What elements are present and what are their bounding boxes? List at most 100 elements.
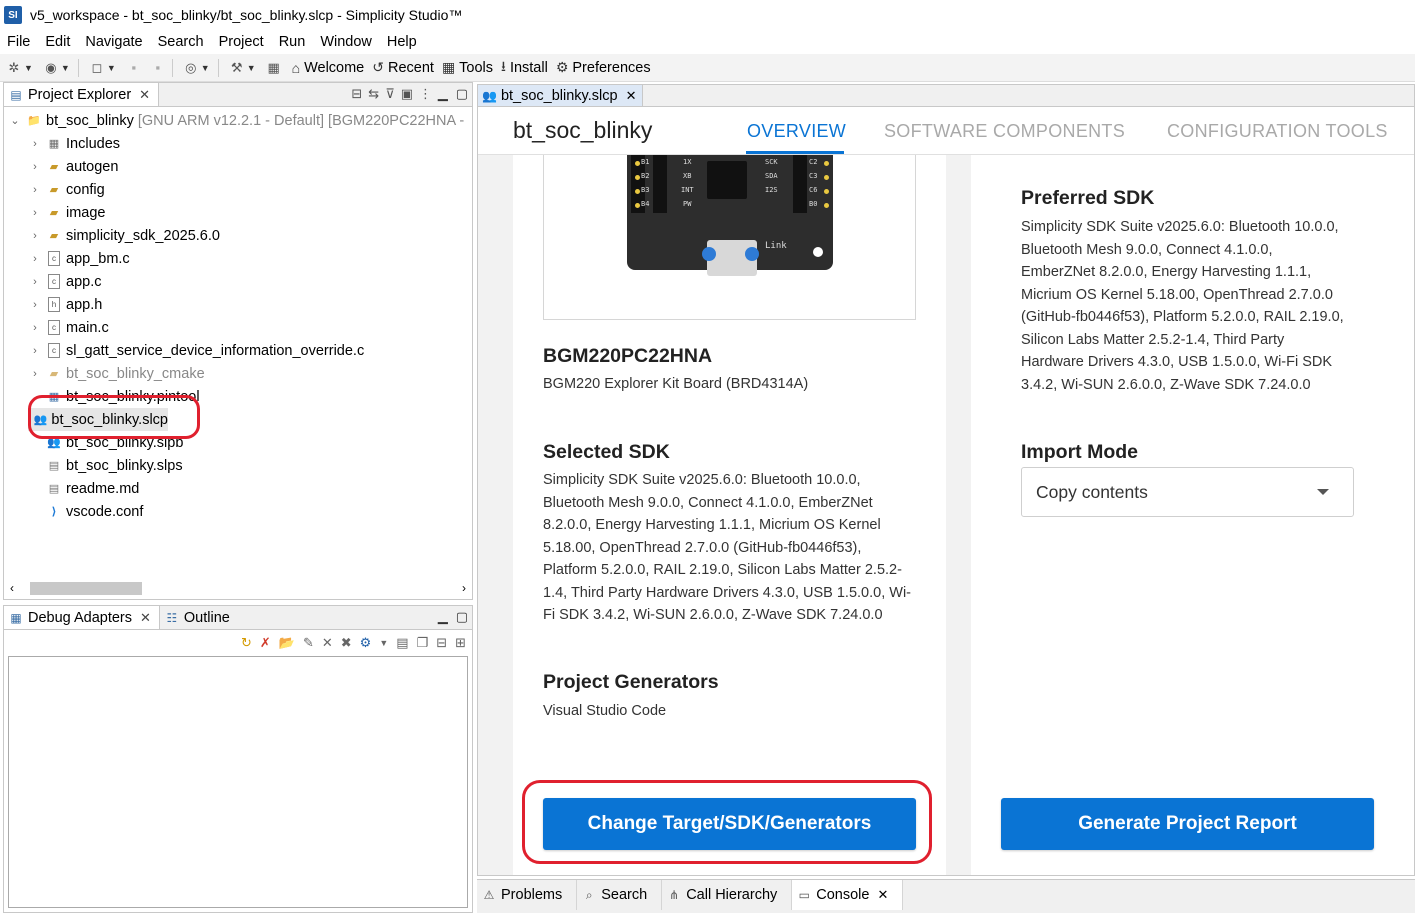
edit-icon[interactable]: ✎	[303, 635, 314, 651]
remove-icon[interactable]: ✕	[322, 635, 333, 651]
chip-icon[interactable]: ▦	[266, 60, 282, 76]
expand-arrow-icon[interactable]: ›	[28, 368, 42, 380]
tree-item[interactable]: › c app_bm.c	[28, 247, 130, 270]
tree-item[interactable]: › ▦ Includes	[28, 132, 120, 155]
maximize-icon[interactable]: ▢	[456, 86, 468, 102]
tree-item[interactable]: ▤ readme.md	[28, 477, 140, 500]
tree-item[interactable]: › ▰ config	[28, 178, 105, 201]
collapse-all-icon[interactable]: ⊟	[436, 635, 447, 651]
tree-item[interactable]: ⟩ vscode.conf	[28, 500, 143, 523]
expand-arrow-icon[interactable]: ›	[28, 138, 42, 150]
tab-call-hierarchy[interactable]: ⋔ Call Hierarchy	[662, 880, 793, 910]
build-dropdown-icon[interactable]: ▼	[247, 63, 256, 73]
tree-item[interactable]: 👥 bt_soc_blinky.slpb	[28, 431, 183, 454]
list-view-icon[interactable]: ▤	[396, 635, 408, 651]
run-icon[interactable]: ◉	[43, 60, 59, 76]
welcome-button[interactable]: ⌂ Welcome	[292, 60, 365, 76]
disconnect-icon[interactable]: ✗	[260, 635, 271, 651]
focus-icon[interactable]: ▣	[401, 86, 413, 102]
expand-arrow-icon[interactable]: ›	[28, 299, 42, 311]
minimize-icon[interactable]: ▁	[438, 86, 448, 102]
preferences-button[interactable]: ⚙ Preferences	[556, 59, 651, 76]
menu-navigate[interactable]: Navigate	[78, 34, 150, 50]
expand-arrow-icon[interactable]: ⌄	[8, 114, 22, 127]
build-hammer-icon[interactable]: ⚒	[229, 60, 245, 76]
menu-file[interactable]: File	[0, 34, 38, 50]
expand-arrow-icon[interactable]: ›	[28, 207, 42, 219]
tab-project-explorer[interactable]: ▤ Project Explorer ✕	[4, 83, 160, 106]
menu-help[interactable]: Help	[380, 34, 425, 50]
tree-item[interactable]: › h app.h	[28, 293, 102, 316]
scroll-right-icon[interactable]: ›	[462, 581, 466, 595]
close-icon[interactable]: ✕	[626, 88, 637, 104]
tree-root-project[interactable]: ⌄ 📁 bt_soc_blinky [GNU ARM v12.2.1 - Def…	[8, 109, 464, 132]
recent-button[interactable]: ↺ Recent	[372, 59, 434, 76]
debug-adapters-list[interactable]	[8, 656, 468, 908]
expand-arrow-icon[interactable]: ›	[28, 322, 42, 334]
view-menu-icon[interactable]: ⋮	[419, 86, 432, 102]
menu-window[interactable]: Window	[313, 34, 380, 50]
tree-item[interactable]: › c sl_gatt_service_device_information_ove…	[28, 339, 364, 362]
tab-search[interactable]: ⌕ Search	[577, 880, 663, 910]
expand-arrow-icon[interactable]: ›	[28, 276, 42, 288]
tab-problems[interactable]: ⚠ Problems	[477, 880, 578, 910]
tab-debug-adapters[interactable]: ▦ Debug Adapters ✕	[4, 606, 160, 629]
horizontal-scrollbar[interactable]: ‹ ›	[6, 579, 470, 597]
scroll-thumb[interactable]	[30, 582, 142, 595]
copy-icon[interactable]: ❐	[417, 635, 429, 651]
tools-button[interactable]: ▦ Tools	[442, 59, 493, 76]
minimize-icon[interactable]: ▁	[438, 609, 448, 625]
scroll-left-icon[interactable]: ‹	[10, 581, 14, 595]
tree-item[interactable]: › c app.c	[28, 270, 101, 293]
generate-project-report-button[interactable]: Generate Project Report	[1001, 798, 1374, 850]
debug-icon[interactable]: ✲	[6, 60, 22, 76]
menu-search[interactable]: Search	[151, 34, 212, 50]
import-mode-select[interactable]: Copy contents	[1021, 467, 1354, 517]
expand-arrow-icon[interactable]: ›	[28, 230, 42, 242]
expand-arrow-icon[interactable]: ›	[28, 253, 42, 265]
new-icon[interactable]: ◻	[89, 60, 105, 76]
open-folder-icon[interactable]: 📂	[279, 635, 295, 651]
dropdown-icon[interactable]: ▼	[379, 638, 388, 648]
nav-configuration-tools[interactable]: CONFIGURATION TOOLS	[1167, 121, 1388, 142]
menu-project[interactable]: Project	[212, 34, 272, 50]
gear-icon[interactable]: ⚙	[360, 635, 372, 651]
tree-item[interactable]: › ▰ autogen	[28, 155, 118, 178]
close-icon[interactable]: ✕	[140, 610, 151, 626]
run-dropdown-icon[interactable]: ▼	[61, 63, 70, 73]
tree-item[interactable]: › c main.c	[28, 316, 109, 339]
expand-arrow-icon[interactable]: ›	[28, 345, 42, 357]
tree-item[interactable]: › ▰ image	[28, 201, 105, 224]
overview-body[interactable]: B1 B2 B3 B4 1X XB INT PW SCK SDA I2S C2 …	[478, 155, 1414, 875]
globe-dropdown-icon[interactable]: ▼	[201, 63, 210, 73]
tree-item[interactable]: ▤ bt_soc_blinky.slps	[28, 454, 183, 477]
expand-arrow-icon[interactable]: ›	[28, 184, 42, 196]
new-dropdown-icon[interactable]: ▼	[107, 63, 116, 73]
tab-slcp-file[interactable]: 👥 bt_soc_blinky.slcp ✕	[478, 85, 644, 106]
menu-run[interactable]: Run	[272, 34, 314, 50]
link-editor-icon[interactable]: ⇆	[368, 86, 379, 102]
save-all-icon[interactable]: ▪	[150, 60, 166, 76]
tree-item[interactable]: › ▰ bt_soc_blinky_cmake	[28, 362, 204, 385]
save-icon[interactable]: ▪	[126, 60, 142, 76]
refresh-icon[interactable]: ↻	[241, 635, 252, 651]
close-icon[interactable]: ✕	[877, 887, 888, 903]
expand-all-icon[interactable]: ⊞	[455, 635, 466, 651]
menu-edit[interactable]: Edit	[38, 34, 78, 50]
close-icon[interactable]: ✕	[139, 87, 150, 103]
filter-icon[interactable]: ⊽	[385, 86, 395, 102]
change-target-sdk-generators-button[interactable]: Change Target/SDK/Generators	[543, 798, 916, 850]
tab-console[interactable]: ▭ Console ✕	[792, 880, 904, 910]
tree-item[interactable]: ▦ bt_soc_blinky.pintool	[28, 385, 200, 408]
maximize-icon[interactable]: ▢	[456, 609, 468, 625]
tree-item[interactable]: 👥 bt_soc_blinky.slcp	[28, 408, 168, 431]
install-button[interactable]: ⭳ Install	[501, 56, 548, 80]
tree-item[interactable]: › ▰ simplicity_sdk_2025.6.0	[28, 224, 220, 247]
tab-outline[interactable]: ☷ Outline	[159, 606, 238, 629]
nav-overview[interactable]: OVERVIEW	[747, 121, 846, 142]
nav-software-components[interactable]: SOFTWARE COMPONENTS	[884, 121, 1125, 142]
expand-arrow-icon[interactable]: ›	[28, 161, 42, 173]
remove-all-icon[interactable]: ✖	[341, 635, 352, 651]
globe-icon[interactable]: ◎	[183, 60, 199, 76]
collapse-all-icon[interactable]: ⊟	[351, 86, 362, 102]
